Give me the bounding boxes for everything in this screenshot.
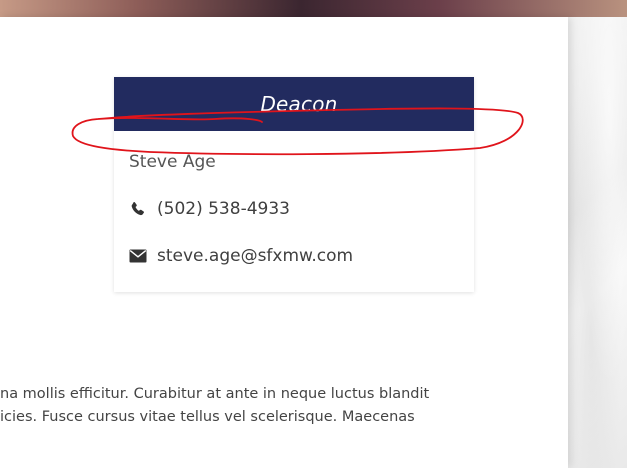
staff-role: Deacon [260,92,338,116]
main-content: Deacon Steve Age (502) 538-4933 steve.ag… [0,17,568,468]
staff-email-link[interactable]: steve.age@sfxmw.com [129,246,353,266]
staff-email: steve.age@sfxmw.com [157,246,354,266]
staff-card: Deacon Steve Age (502) 538-4933 steve.ag… [114,77,474,292]
staff-card-header: Deacon [114,77,474,131]
envelope-icon [129,247,147,265]
staff-phone-link[interactable]: (502) 538-4933 [129,199,290,219]
body-line-2: icies. Fusce cursus vitae tellus vel sce… [0,409,415,425]
body-paragraph: na mollis efficitur. Curabitur at ante i… [0,383,568,429]
body-line-1: na mollis efficitur. Curabitur at ante i… [0,386,430,402]
hero-image-strip [0,0,627,17]
marble-background [568,17,627,468]
phone-icon [129,200,147,218]
staff-name: Steve Age [129,152,216,172]
staff-phone: (502) 538-4933 [157,199,290,219]
